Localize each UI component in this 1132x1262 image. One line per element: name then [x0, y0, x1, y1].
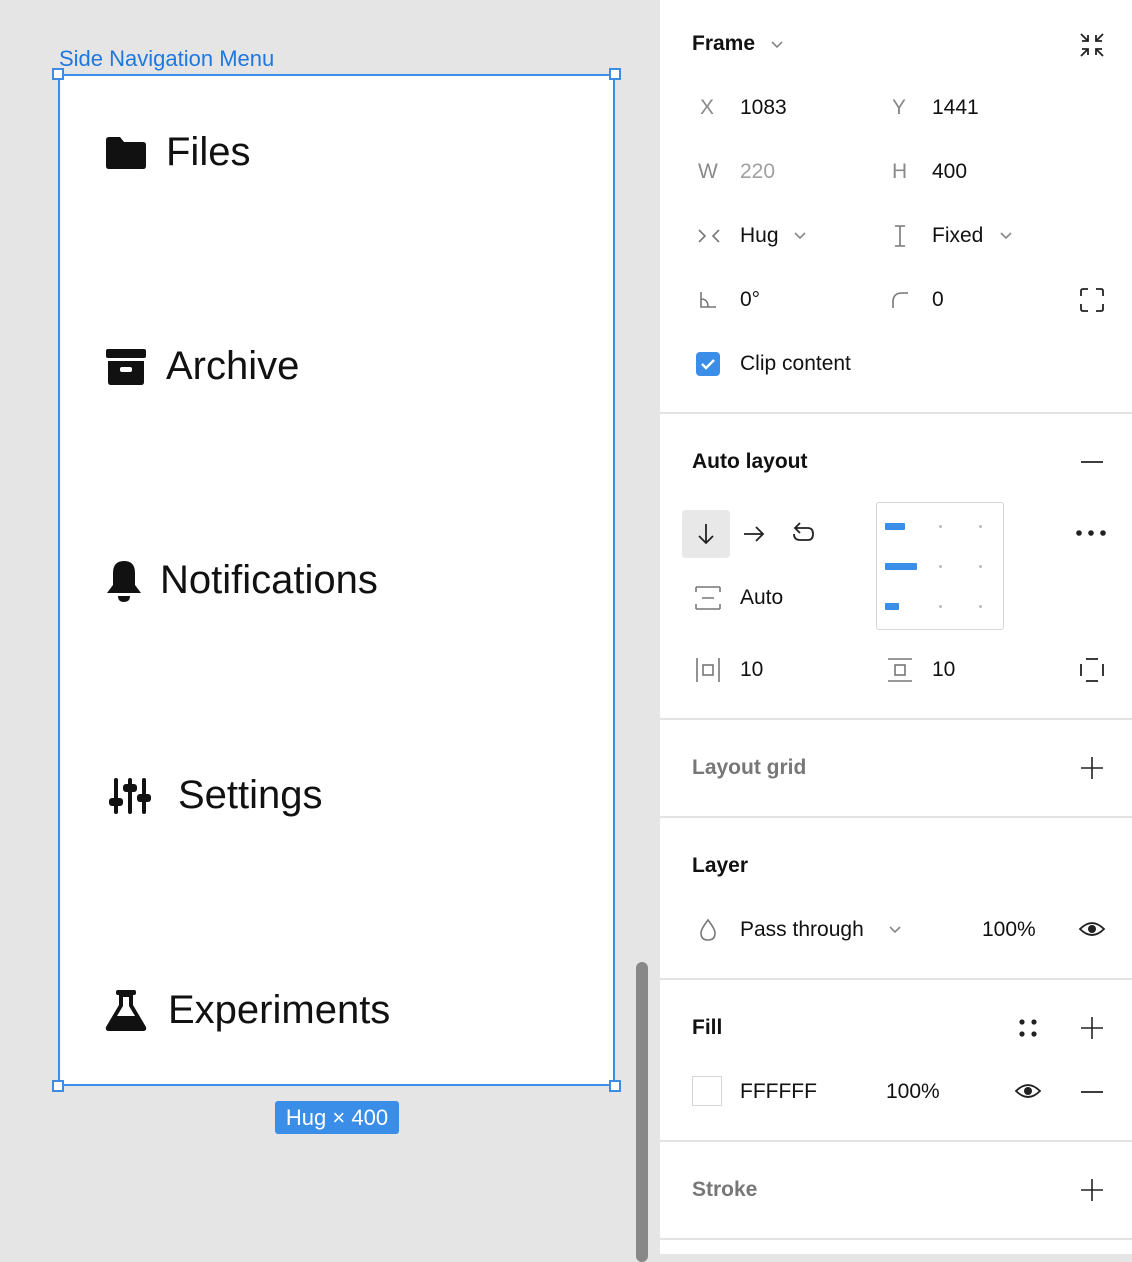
alignment-bar: [885, 603, 899, 610]
vertical-resizing-icon: [895, 225, 905, 247]
archive-box-icon: [106, 348, 146, 385]
alignment-grid[interactable]: [876, 502, 1004, 630]
height-mode-select[interactable]: Fixed: [932, 224, 983, 248]
section-divider: [660, 718, 1132, 720]
eye-icon[interactable]: [1014, 1080, 1042, 1102]
add-icon[interactable]: [1080, 1178, 1104, 1202]
rotation-icon: [700, 292, 716, 308]
bell-icon: [107, 560, 141, 602]
x-input[interactable]: 1083: [740, 96, 787, 120]
more-options-icon[interactable]: [1074, 528, 1108, 538]
alignment-dot: [939, 525, 942, 528]
resize-handle-bottom-left[interactable]: [52, 1080, 64, 1092]
layer-title: Layer: [692, 854, 749, 877]
horizontal-padding-icon: [696, 658, 720, 682]
resize-handle-top-right[interactable]: [609, 68, 621, 80]
arrow-down-icon: [698, 524, 714, 545]
alignment-bar: [885, 523, 905, 530]
layer-opacity-input[interactable]: 100%: [982, 918, 1036, 942]
frame-section-title[interactable]: Frame: [692, 32, 755, 56]
nav-item-experiments[interactable]: Experiments: [104, 988, 390, 1033]
vertical-padding-icon: [888, 658, 912, 682]
y-label: Y: [892, 96, 907, 119]
section-divider: [660, 412, 1132, 414]
section-divider: [660, 1238, 1132, 1240]
styles-grid-icon[interactable]: [1016, 1016, 1040, 1040]
section-divider: [660, 816, 1132, 818]
blend-mode-select[interactable]: Pass through: [740, 918, 864, 942]
corner-radius-icon: [892, 292, 908, 308]
blend-mode-icon: [700, 918, 716, 941]
sliders-icon: [109, 777, 151, 814]
clip-content-label[interactable]: Clip content: [740, 352, 851, 376]
collapse-icon[interactable]: [1078, 31, 1106, 59]
nav-item-label: Experiments: [168, 988, 391, 1032]
h-input[interactable]: 400: [932, 160, 967, 184]
size-badge: Hug × 400: [275, 1101, 399, 1134]
nav-item-notifications[interactable]: Notifications: [104, 558, 378, 603]
alignment-bar: [885, 563, 917, 570]
alignment-dot: [979, 525, 982, 528]
nav-item-label: Files: [166, 130, 251, 174]
y-input[interactable]: 1441: [932, 96, 979, 120]
frame-name-label[interactable]: Side Navigation Menu: [59, 46, 274, 72]
flask-icon: [105, 989, 147, 1031]
nav-item-label: Settings: [178, 773, 323, 817]
fill-opacity-input[interactable]: 100%: [886, 1080, 940, 1104]
direction-vertical-button[interactable]: [682, 510, 730, 558]
remove-icon[interactable]: [1080, 1082, 1104, 1102]
auto-layout-title: Auto layout: [692, 450, 808, 473]
chevron-down-icon[interactable]: [770, 40, 784, 50]
section-divider: [660, 1140, 1132, 1142]
nav-item-label: Notifications: [160, 558, 378, 602]
individual-padding-icon[interactable]: [1078, 656, 1106, 684]
h-label: H: [892, 160, 908, 183]
nav-item-archive[interactable]: Archive: [104, 344, 299, 389]
resize-handle-bottom-right[interactable]: [609, 1080, 621, 1092]
width-mode-select[interactable]: Hug: [740, 224, 779, 248]
independent-corners-icon[interactable]: [1078, 286, 1106, 314]
section-divider: [660, 978, 1132, 980]
add-icon[interactable]: [1080, 1016, 1104, 1040]
alignment-dot: [979, 605, 982, 608]
vertical-padding-input[interactable]: 10: [932, 658, 955, 682]
canvas-scrollbar[interactable]: [636, 962, 648, 1262]
fill-title: Fill: [692, 1016, 723, 1039]
nav-item-label: Archive: [166, 344, 300, 388]
alignment-dot: [939, 605, 942, 608]
wrap-icon[interactable]: [790, 520, 816, 546]
add-icon[interactable]: [1080, 756, 1104, 780]
fill-hex-input[interactable]: FFFFFF: [740, 1080, 817, 1104]
chevron-down-icon[interactable]: [793, 231, 807, 241]
spacing-icon: [695, 586, 721, 610]
resize-handle-top-left[interactable]: [52, 68, 64, 80]
nav-item-files[interactable]: Files: [104, 130, 250, 175]
layout-grid-title: Layout grid: [692, 756, 807, 779]
fill-color-swatch[interactable]: [692, 1076, 722, 1106]
chevron-down-icon[interactable]: [888, 925, 902, 935]
horizontal-resizing-icon: [698, 229, 720, 243]
eye-icon[interactable]: [1078, 918, 1106, 940]
spacing-input[interactable]: Auto: [740, 586, 783, 610]
rotation-input[interactable]: 0°: [740, 288, 760, 312]
chevron-down-icon[interactable]: [999, 231, 1013, 241]
arrow-right-icon[interactable]: [742, 522, 766, 546]
w-label: W: [698, 160, 718, 183]
checkbox-checked-icon[interactable]: [696, 352, 720, 376]
alignment-dot: [979, 565, 982, 568]
nav-item-settings[interactable]: Settings: [108, 773, 323, 818]
horizontal-padding-input[interactable]: 10: [740, 658, 763, 682]
remove-icon[interactable]: [1080, 452, 1104, 472]
selected-frame[interactable]: Files Archive Notifications Settings Exp…: [58, 74, 615, 1086]
corner-radius-input[interactable]: 0: [932, 288, 944, 312]
design-canvas[interactable]: Side Navigation Menu Files Archive Notif: [0, 0, 660, 1262]
w-input[interactable]: 220: [740, 160, 775, 184]
alignment-dot: [939, 565, 942, 568]
properties-panel: Frame X 1083 Y 1441 W 220 H 400 Hug Fixe…: [660, 0, 1132, 1254]
stroke-title: Stroke: [692, 1178, 758, 1201]
x-label: X: [700, 96, 715, 119]
folder-icon: [106, 136, 146, 169]
